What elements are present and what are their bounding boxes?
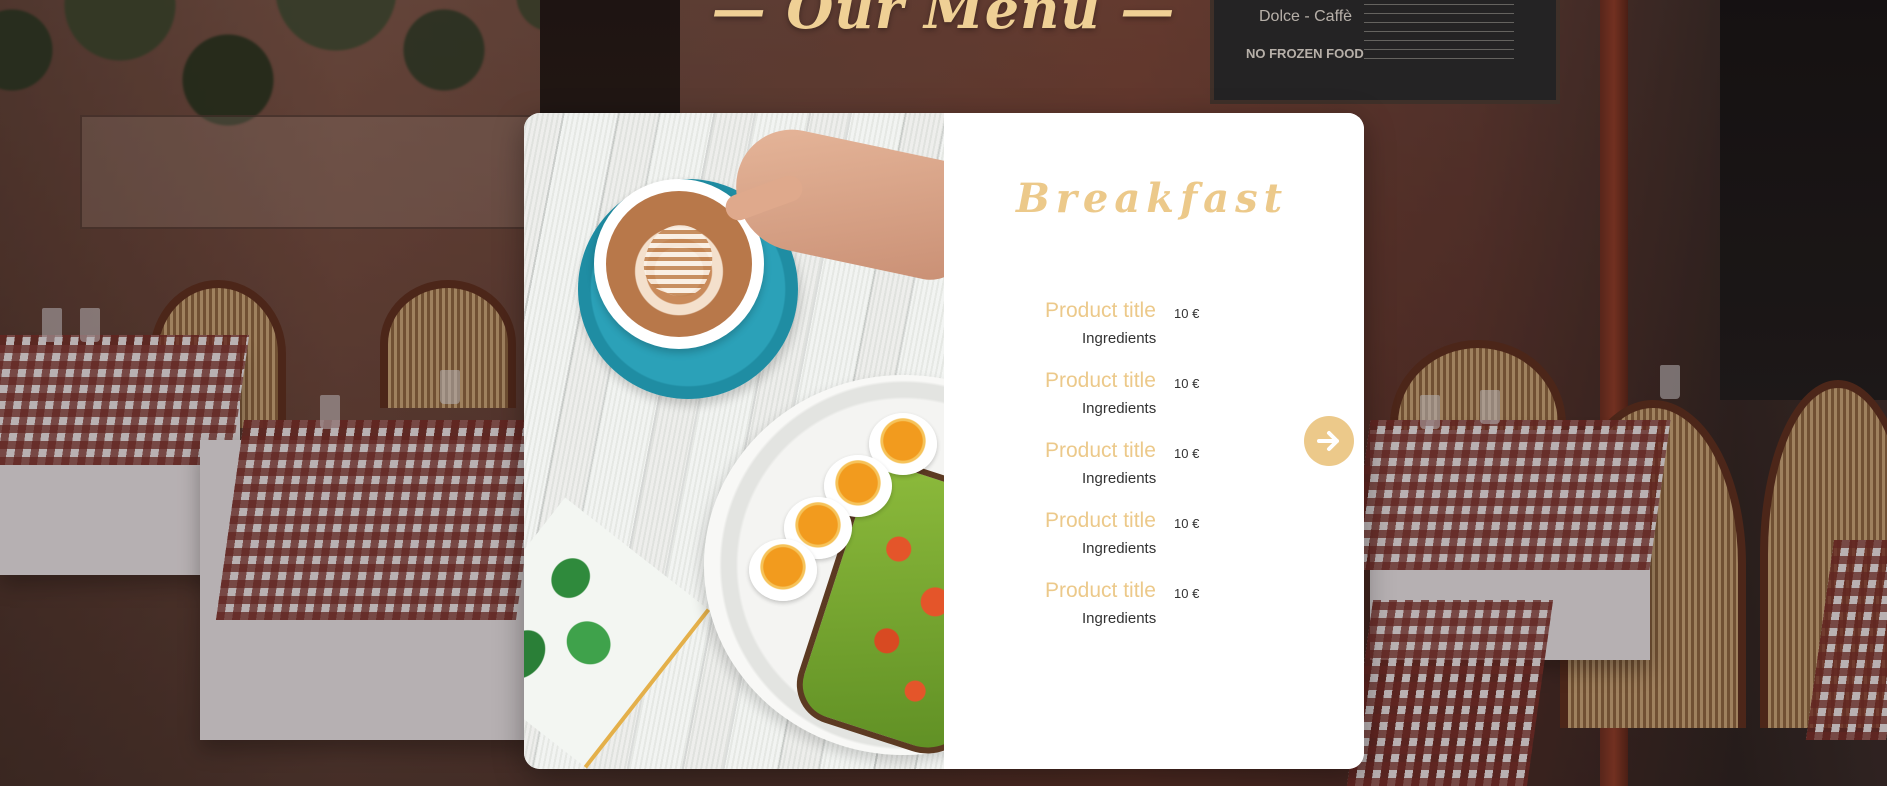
breakfast-photo [524, 113, 944, 769]
menu-item-title: Product title [1045, 369, 1156, 392]
menu-item-title: Product title [1045, 509, 1156, 532]
menu-item-ingredients: Ingredients [1082, 540, 1157, 557]
menu-category-title: Breakfast [1016, 175, 1289, 222]
menu-item-price: 10 € [1174, 446, 1200, 461]
menu-item-ingredients: Ingredients [1082, 470, 1157, 487]
arrow-right-circle-icon [1317, 431, 1339, 451]
menu-item-price: 10 € [1174, 376, 1200, 391]
menu-item-ingredients: Ingredients [1082, 610, 1157, 627]
menu-card: Breakfast Product title 10 € Ingredients… [524, 113, 1364, 769]
menu-item: Product title 10 € Ingredients [944, 439, 1364, 509]
menu-item-price: 10 € [1174, 516, 1200, 531]
menu-item-price: 10 € [1174, 306, 1200, 321]
menu-item: Product title 10 € Ingredients [944, 509, 1364, 579]
menu-item-list: Product title 10 € Ingredients Product t… [944, 299, 1364, 649]
menu-panel: Breakfast Product title 10 € Ingredients… [944, 113, 1364, 769]
menu-item: Product title 10 € Ingredients [944, 369, 1364, 439]
menu-item-title: Product title [1045, 579, 1156, 602]
photo-egg [749, 539, 817, 601]
menu-item: Product title 10 € Ingredients [944, 299, 1364, 369]
page-title: — Our Menu — [711, 0, 1176, 41]
menu-item-ingredients: Ingredients [1082, 330, 1157, 347]
menu-item-title: Product title [1045, 439, 1156, 462]
menu-item-ingredients: Ingredients [1082, 400, 1157, 417]
menu-item-price: 10 € [1174, 586, 1200, 601]
menu-item-title: Product title [1045, 299, 1156, 322]
next-menu-button[interactable] [1304, 416, 1354, 466]
menu-item: Product title 10 € Ingredients [944, 579, 1364, 649]
